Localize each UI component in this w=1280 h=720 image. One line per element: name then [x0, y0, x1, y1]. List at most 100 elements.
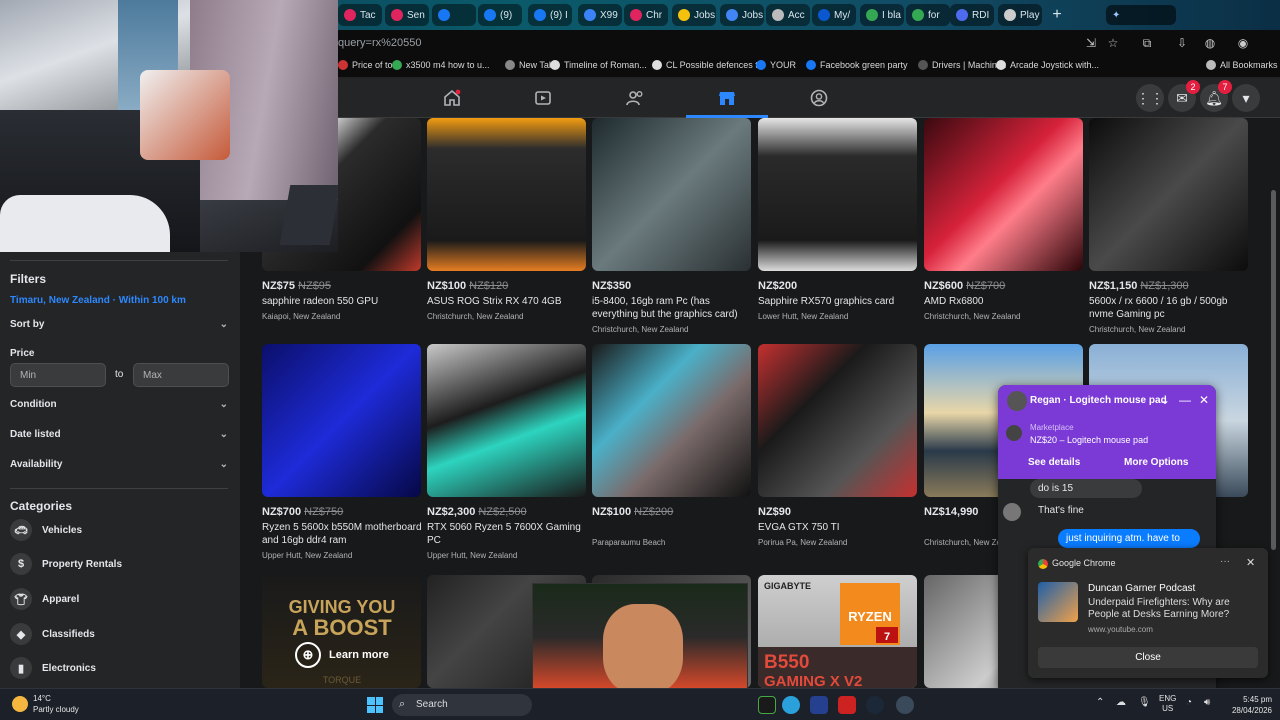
wifi-icon[interactable]: ◔: [1186, 697, 1192, 708]
close-icon[interactable]: ✕: [1197, 393, 1211, 407]
cloud-icon[interactable]: ☁: [1116, 697, 1126, 708]
windows-start-icon[interactable]: [367, 697, 383, 713]
more-options-icon[interactable]: ···: [1220, 556, 1230, 567]
see-details-button[interactable]: See details: [1028, 457, 1080, 468]
profile-avatar[interactable]: ◉: [1236, 36, 1250, 50]
notifications-badge: 7: [1218, 80, 1232, 94]
bookmark-item[interactable]: Facebook green party: [806, 60, 908, 70]
tab-label: (9): [500, 9, 513, 21]
bookmark-item[interactable]: All Bookmarks: [1206, 60, 1278, 70]
browser-tab[interactable]: Tac: [338, 4, 382, 26]
close-icon[interactable]: ✕: [1246, 556, 1255, 569]
bookmark-item[interactable]: Arcade Joystick with...: [996, 60, 1099, 70]
category-apparel[interactable]: 👕︎ Apparel: [10, 588, 79, 610]
category-electronics[interactable]: ▮ Electronics: [10, 657, 96, 679]
browser-tab[interactable]: (9) I: [528, 4, 572, 26]
weather-desc[interactable]: Partly cloudy: [33, 705, 79, 714]
location-filter[interactable]: Timaru, New Zealand · Within 100 km: [10, 295, 186, 306]
gemini-icon[interactable]: ✦: [1106, 5, 1176, 25]
browser-tab[interactable]: Sen: [385, 4, 429, 26]
chat-header[interactable]: Regan · Logitech mouse pad ⌄ — ✕: [998, 385, 1216, 417]
notification-title: Duncan Garner Podcast: [1088, 583, 1196, 594]
browser-tab[interactable]: Jobs: [672, 4, 716, 26]
tab-label: I bla: [882, 9, 901, 21]
browser-tab[interactable]: My/: [812, 4, 856, 26]
more-options-button[interactable]: More Options: [1124, 457, 1188, 468]
browser-tab[interactable]: [432, 4, 476, 26]
price-max-input[interactable]: Max: [133, 363, 229, 387]
notification-close-button[interactable]: Close: [1038, 647, 1258, 668]
new-tab-button[interactable]: +: [1048, 6, 1066, 24]
video-icon[interactable]: [533, 88, 553, 108]
listing-price: NZ$100 NZ$120: [427, 280, 508, 292]
weather-temp[interactable]: 14°C: [33, 694, 51, 703]
browser-tab[interactable]: I bla: [860, 4, 904, 26]
menu-grid-button[interactable]: ⋮⋮: [1136, 84, 1164, 112]
notification-app-name: Google Chrome: [1052, 558, 1116, 568]
filter-availability[interactable]: Availability ⌄: [10, 459, 228, 470]
browser-tab[interactable]: RDI: [950, 4, 994, 26]
app-icon[interactable]: [810, 696, 828, 714]
minimize-icon[interactable]: —: [1178, 393, 1192, 407]
taskbar-search[interactable]: ⌕ Search: [392, 694, 532, 716]
category-label: Classifieds: [42, 628, 95, 640]
marketplace-icon[interactable]: [717, 88, 737, 108]
browser-tab[interactable]: Play: [998, 4, 1042, 26]
bookmark-item[interactable]: Price of to...: [338, 60, 400, 70]
profile-icon[interactable]: ◍: [1203, 36, 1217, 50]
account-button[interactable]: ▾: [1232, 84, 1260, 112]
messenger-button[interactable]: ✉ 2: [1168, 80, 1200, 112]
browser-tab[interactable]: Jobs: [720, 4, 764, 26]
settings-icon[interactable]: [896, 696, 914, 714]
bookmark-item[interactable]: Drivers | Machinist: [918, 60, 1006, 70]
tab-favicon-icon: [484, 9, 496, 21]
price-current: NZ$200: [758, 280, 798, 292]
mic-icon[interactable]: 🎙︎: [1138, 697, 1151, 708]
groups-icon[interactable]: [809, 88, 829, 108]
steam-icon[interactable]: [866, 696, 884, 714]
bookmark-star-icon[interactable]: ☆: [1106, 36, 1120, 50]
filter-date-listed[interactable]: Date listed ⌄: [10, 429, 228, 440]
page-scrollbar[interactable]: [1271, 190, 1276, 550]
speaker-icon[interactable]: 🔊︎: [1204, 697, 1210, 708]
browser-tab[interactable]: for: [906, 4, 950, 26]
learn-more-button[interactable]: ⊕ Learn more: [295, 642, 389, 668]
friends-icon[interactable]: [625, 88, 645, 108]
home-icon[interactable]: [442, 88, 462, 108]
price-original: NZ$2,500: [478, 506, 527, 518]
filter-condition[interactable]: Condition ⌄: [10, 399, 228, 410]
bookmark-item[interactable]: New Tab: [505, 60, 554, 70]
telegram-icon[interactable]: [782, 696, 800, 714]
app-icon[interactable]: [838, 696, 856, 714]
bookmark-item[interactable]: YOUR: [756, 60, 796, 70]
bookmark-item[interactable]: CL Possible defences t...: [652, 60, 765, 70]
downloads-icon[interactable]: ⇩: [1175, 36, 1189, 50]
bookmark-item[interactable]: x3500 m4 how to u...: [392, 60, 490, 70]
bookmark-item[interactable]: Timeline of Roman...: [550, 60, 647, 70]
bookmark-label: Drivers | Machinist: [932, 60, 1006, 70]
extensions-icon[interactable]: ⧉: [1140, 36, 1154, 50]
messenger-icon: ✉: [1176, 89, 1188, 106]
clock[interactable]: 5:45 pm 28/04/2026: [1228, 694, 1272, 716]
chevron-down-icon[interactable]: ⌄: [1158, 393, 1172, 407]
browser-tab[interactable]: (9): [478, 4, 522, 26]
tab-favicon-icon: [534, 9, 546, 21]
notifications-button[interactable]: 🔔︎ 7: [1200, 80, 1232, 112]
category-vehicles[interactable]: 🚗︎ Vehicles: [10, 519, 82, 541]
browser-tab[interactable]: Chr: [624, 4, 668, 26]
price-min-input[interactable]: Min: [10, 363, 106, 387]
ad-text-line1: GIVING YOU: [289, 597, 396, 617]
weather-icon[interactable]: [12, 696, 28, 712]
category-property-rentals[interactable]: $ Property Rentals: [10, 553, 122, 575]
listing-location: Christchurch, New Zealand: [1089, 325, 1186, 334]
browser-tab[interactable]: X99: [578, 4, 622, 26]
install-icon[interactable]: ⇲: [1084, 36, 1098, 50]
language-indicator[interactable]: ENG US: [1159, 694, 1176, 714]
app-icon[interactable]: [758, 696, 776, 714]
chevron-up-icon[interactable]: ⌃: [1096, 697, 1104, 708]
listing-title: Sapphire RX570 graphics card: [758, 296, 895, 307]
browser-tab[interactable]: Acc: [766, 4, 810, 26]
sort-by-filter[interactable]: Sort by ⌄: [10, 319, 228, 330]
category-classifieds[interactable]: ◆ Classifieds: [10, 623, 95, 645]
url-input[interactable]: query=rx%20550: [338, 37, 421, 49]
